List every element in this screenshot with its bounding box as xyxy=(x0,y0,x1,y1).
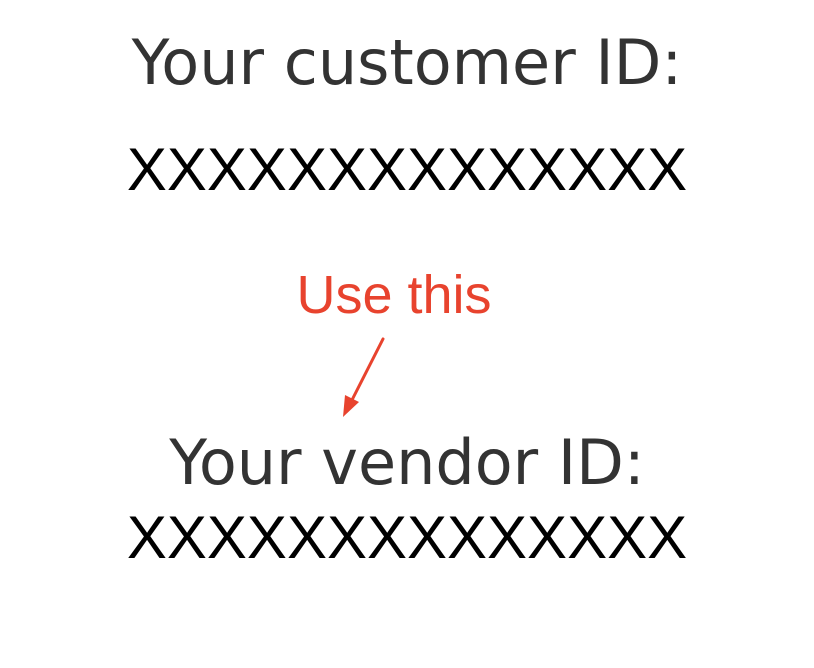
vendor-id-label: Your vendor ID: xyxy=(169,426,645,499)
arrow-head xyxy=(343,395,359,417)
customer-id-value: XXXXXXXXXXXXXX xyxy=(126,136,688,203)
vendor-id-value: XXXXXXXXXXXXXX xyxy=(126,504,688,571)
arrow-shaft xyxy=(350,337,385,402)
customer-id-label: Your customer ID: xyxy=(131,26,683,99)
use-this-annotation: Use this xyxy=(296,265,492,325)
